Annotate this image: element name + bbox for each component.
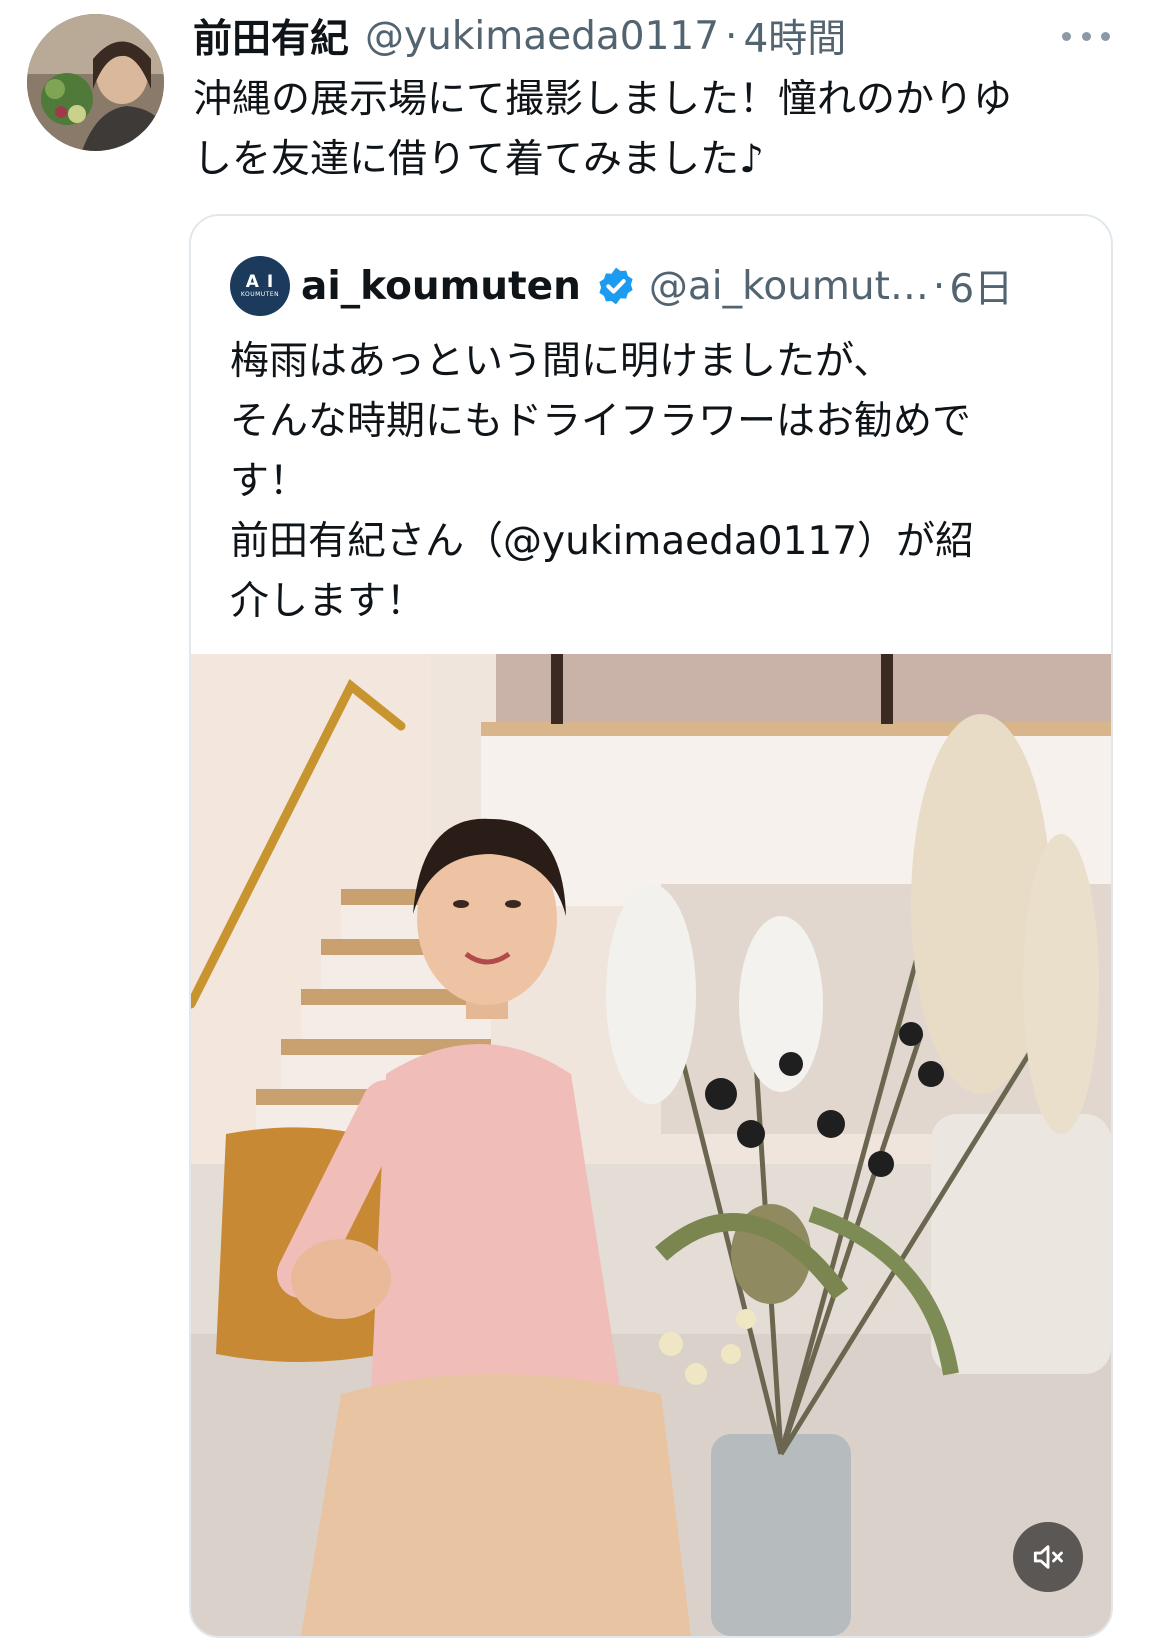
- more-horizontal-icon: [1062, 31, 1071, 41]
- quoted-author-display-name[interactable]: ai_koumuten: [301, 264, 581, 309]
- verified-badge-icon: [595, 265, 637, 307]
- tweet-text: 沖縄の展示場にて撮影しました！憧れのかりゆ しを友達に借りて着てみました♪: [193, 77, 1013, 182]
- author-display-name[interactable]: 前田有紀: [193, 8, 349, 64]
- more-horizontal-icon: [1101, 31, 1110, 41]
- volume-muted-icon: [1033, 1545, 1063, 1569]
- quoted-tweet-timestamp[interactable]: 6日: [949, 258, 1013, 314]
- author-handle[interactable]: @yukimaeda0117: [365, 14, 719, 59]
- tweet-timestamp[interactable]: 4時間: [743, 8, 846, 64]
- quoted-avatar-logo-sub: KOUMUTEN: [240, 291, 280, 298]
- video-frame: [191, 654, 1111, 1636]
- author-avatar-image: [27, 14, 164, 151]
- quoted-tweet-header: ai_koumuten @ai_koumut… · 6日: [301, 254, 1081, 318]
- mute-toggle-button[interactable]: [1013, 1522, 1083, 1592]
- more-horizontal-icon: [1081, 31, 1091, 41]
- more-options-button[interactable]: [1062, 20, 1110, 52]
- author-avatar[interactable]: [27, 14, 164, 151]
- quoted-author-avatar[interactable]: A I KOUMUTEN: [230, 256, 290, 316]
- quoted-header-separator: ·: [932, 263, 946, 309]
- quoted-author-handle[interactable]: @ai_koumut…: [649, 264, 929, 309]
- quoted-tweet-text: 梅雨はあっという間に明けましたが、 そんな時期にもドライフラワーはお勧めで す！…: [230, 339, 975, 624]
- tweet-header: 前田有紀 @yukimaeda0117 · 4時間: [193, 8, 1093, 64]
- header-separator: ·: [725, 13, 738, 59]
- quoted-avatar-logo: A I: [245, 272, 275, 292]
- quoted-tweet-video[interactable]: [191, 654, 1111, 1636]
- quoted-tweet-card[interactable]: A I KOUMUTEN ai_koumuten @ai_koumut… · 6…: [189, 214, 1113, 1638]
